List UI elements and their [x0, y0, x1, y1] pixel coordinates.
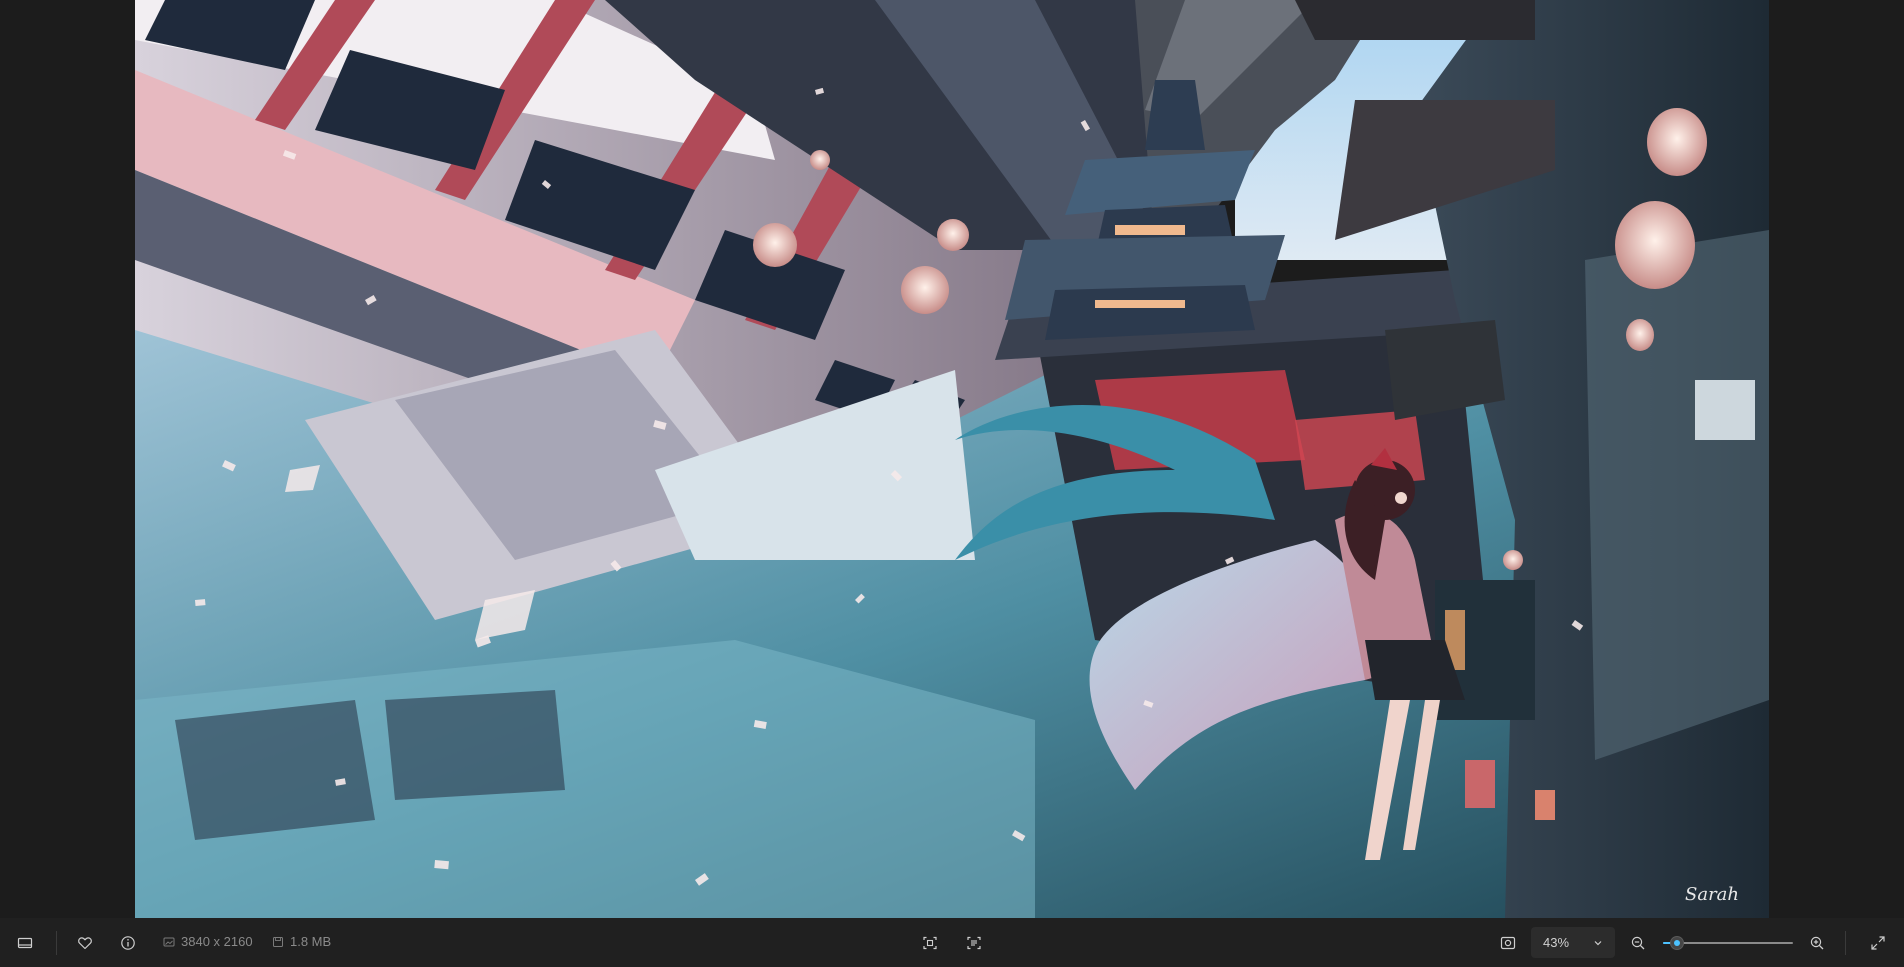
- toolbar-divider: [56, 931, 57, 955]
- zoom-slider-thumb[interactable]: [1670, 936, 1684, 950]
- zoom-in-icon: [1810, 936, 1824, 950]
- fit-to-window-icon: [1500, 936, 1516, 950]
- heart-icon: [78, 937, 92, 950]
- dimensions-text: 3840 x 2160: [181, 934, 253, 949]
- chevron-down-icon: [1594, 940, 1602, 945]
- fullscreen-icon: [1871, 936, 1885, 950]
- artist-signature: Sarah: [1685, 884, 1739, 905]
- zoom-in-button[interactable]: [1802, 928, 1832, 958]
- zoom-slider[interactable]: [1663, 935, 1793, 951]
- scan-text-button[interactable]: [959, 928, 989, 958]
- save-disk-icon: [273, 936, 283, 947]
- toolbar-divider: [1845, 931, 1846, 955]
- file-size: 1.8 MB: [272, 934, 331, 949]
- image-canvas[interactable]: Sarah: [0, 0, 1904, 918]
- dimensions-icon: [163, 937, 175, 946]
- fullscreen-button[interactable]: [1863, 928, 1893, 958]
- anime-shrine-artwork: Sarah: [135, 0, 1769, 918]
- bottom-toolbar: 3840 x 2160 1.8 MB 43%: [0, 918, 1904, 967]
- filmstrip-icon: [17, 937, 33, 949]
- file-info-button[interactable]: [113, 928, 143, 958]
- crop-button[interactable]: [915, 928, 945, 958]
- fit-to-window-button[interactable]: [1493, 928, 1523, 958]
- zoom-out-button[interactable]: [1623, 928, 1653, 958]
- filmstrip-button[interactable]: [10, 928, 40, 958]
- info-icon: [121, 936, 135, 950]
- zoom-out-icon: [1631, 936, 1645, 950]
- image-viewer-window: Sarah 3840 x 2160 1.8 MB 43%: [0, 0, 1904, 967]
- crop-icon: [923, 936, 937, 950]
- zoom-level-value: 43%: [1543, 935, 1570, 950]
- zoom-level-dropdown[interactable]: 43%: [1531, 927, 1615, 958]
- file-size-text: 1.8 MB: [290, 934, 332, 949]
- favorite-button[interactable]: [70, 928, 100, 958]
- image-dimensions: 3840 x 2160: [163, 934, 253, 949]
- scan-text-icon: [967, 936, 981, 950]
- displayed-image[interactable]: Sarah: [135, 0, 1769, 918]
